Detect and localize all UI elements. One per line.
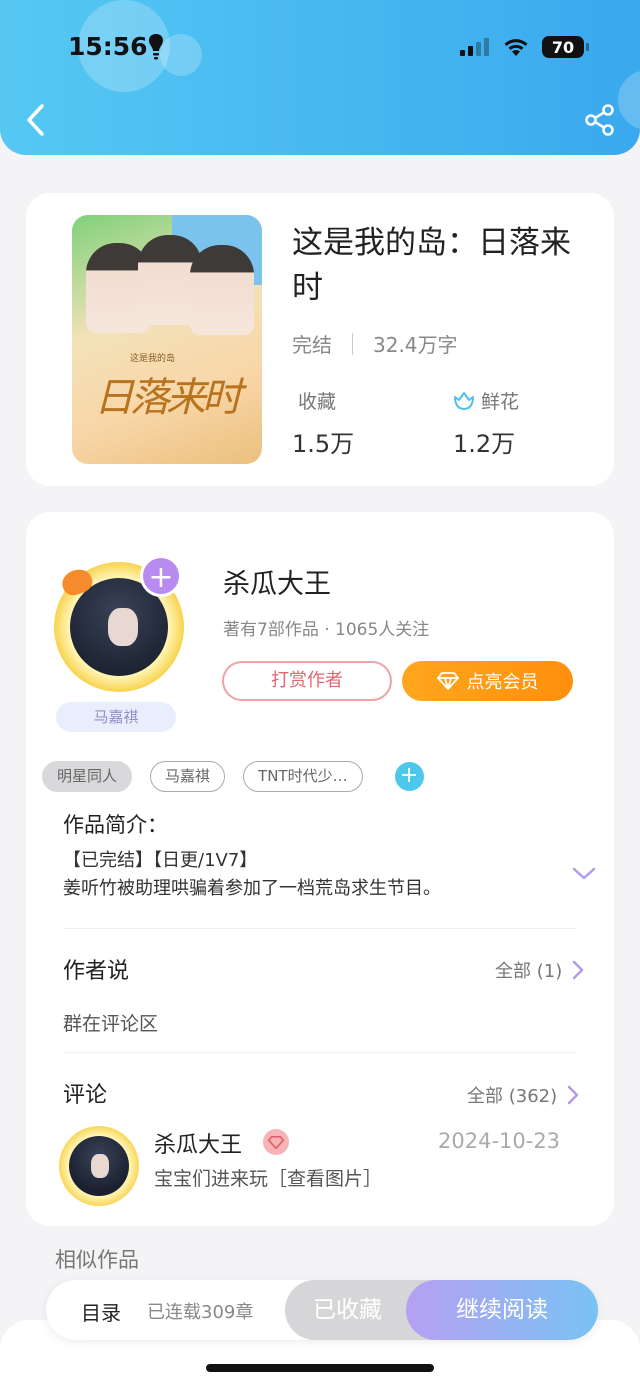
book-cover[interactable]: 这是我的岛 日落来时 xyxy=(72,215,262,464)
chevron-right-icon xyxy=(567,1085,579,1105)
bottom-action-bar: 目录 已连载309章 已收藏 继续阅读 xyxy=(46,1280,598,1340)
lightbulb-icon xyxy=(149,34,163,60)
tag-list: 明星同人 马嘉祺 TNT时代少… + xyxy=(42,761,424,792)
author-name[interactable]: 杀瓜大王 xyxy=(223,562,331,601)
chevron-right-icon xyxy=(572,960,584,980)
author-says-title: 作者说 xyxy=(63,959,130,984)
follow-add-button[interactable]: + xyxy=(140,555,182,597)
home-indicator xyxy=(206,1364,434,1372)
chapters-count: 已连载309章 xyxy=(147,1302,254,1323)
wifi-icon xyxy=(504,39,528,56)
decor-bubble xyxy=(160,34,202,76)
back-button[interactable] xyxy=(22,102,50,138)
comments-more-link[interactable]: 全部 (362) xyxy=(467,1082,579,1108)
cover-subtitle: 这是我的岛 xyxy=(130,354,176,364)
comments-title: 评论 xyxy=(63,1083,108,1108)
divider xyxy=(63,1052,577,1053)
intro-line: 【已完结】【日更/1V7】 xyxy=(63,850,258,871)
vip-button[interactable]: 点亮会员 xyxy=(402,661,573,701)
toc-button[interactable]: 目录 xyxy=(81,1297,121,1326)
tag-item[interactable]: TNT时代少… xyxy=(243,761,363,792)
vip-button-label: 点亮会员 xyxy=(466,672,539,693)
word-count: 32.4万字 xyxy=(373,333,458,357)
flowers-value: 1.2万 xyxy=(453,430,516,458)
cover-calligraphy: 日落来时 xyxy=(94,375,242,421)
favorites-label: 收藏 xyxy=(298,391,337,413)
details-card: + 马嘉祺 杀瓜大王 著有7部作品 · 1065人关注 打赏作者 点亮会员 明星… xyxy=(26,512,614,1226)
tag-item[interactable]: 马嘉祺 xyxy=(150,761,226,792)
flowers-label: 鲜花 xyxy=(481,391,520,413)
tag-item[interactable]: 明星同人 xyxy=(42,761,133,792)
similar-works-title: 相似作品 xyxy=(55,1248,139,1272)
author-says-text: 群在评论区 xyxy=(63,1013,159,1035)
cover-figure xyxy=(190,245,254,335)
divider xyxy=(63,928,577,929)
avatar-name-tag: 马嘉祺 xyxy=(56,702,176,732)
decor-bubble xyxy=(618,70,640,130)
book-status: 完结 xyxy=(292,333,332,357)
intro-title: 作品简介： xyxy=(63,813,168,837)
diamond-icon xyxy=(436,672,459,690)
reward-author-button[interactable]: 打赏作者 xyxy=(222,661,392,701)
author-meta: 著有7部作品 · 1065人关注 xyxy=(223,620,430,640)
continue-reading-button[interactable]: 继续阅读 xyxy=(406,1280,598,1340)
flowers-stat[interactable]: 鲜花 1.2万 xyxy=(453,387,519,459)
add-tag-button[interactable]: + xyxy=(394,762,424,791)
battery-indicator: 70 xyxy=(542,36,589,58)
signal-icon xyxy=(460,38,489,56)
share-icon[interactable] xyxy=(584,104,616,136)
divider xyxy=(352,332,353,355)
commenter-name[interactable]: 杀瓜大王 xyxy=(154,1127,242,1159)
author-says-more-label: 全部 (1) xyxy=(495,961,563,982)
book-meta: 完结 32.4万字 xyxy=(292,329,458,358)
intro-line: 姜听竹被助理哄骗着参加了一档荒岛求生节目。 xyxy=(63,878,441,899)
comments-more-label: 全部 (362) xyxy=(467,1086,558,1107)
header: 15:56 70 xyxy=(0,0,640,155)
vip-badge-icon xyxy=(263,1129,289,1155)
intro-text[interactable]: 【已完结】【日更/1V7】 姜听竹被助理哄骗着参加了一档荒岛求生节目。 xyxy=(63,847,553,903)
comment-date: 2024-10-23 xyxy=(438,1129,561,1153)
comment-text[interactable]: 宝宝们进来玩［查看图片］ xyxy=(154,1164,382,1191)
favorites-value: 1.5万 xyxy=(292,430,355,458)
chevron-down-icon[interactable] xyxy=(572,867,596,881)
book-title: 这是我的岛：日落来时 xyxy=(292,225,571,306)
commenter-avatar[interactable] xyxy=(59,1126,139,1206)
flower-icon xyxy=(454,391,474,410)
favorites-stat: 收藏 1.5万 xyxy=(292,387,354,459)
author-says-more-link[interactable]: 全部 (1) xyxy=(495,957,584,983)
book-info-card: 这是我的岛 日落来时 这是我的岛：日落来时 完结 32.4万字 收藏 1.5万 … xyxy=(26,193,614,486)
status-time: 15:56 xyxy=(68,32,148,61)
